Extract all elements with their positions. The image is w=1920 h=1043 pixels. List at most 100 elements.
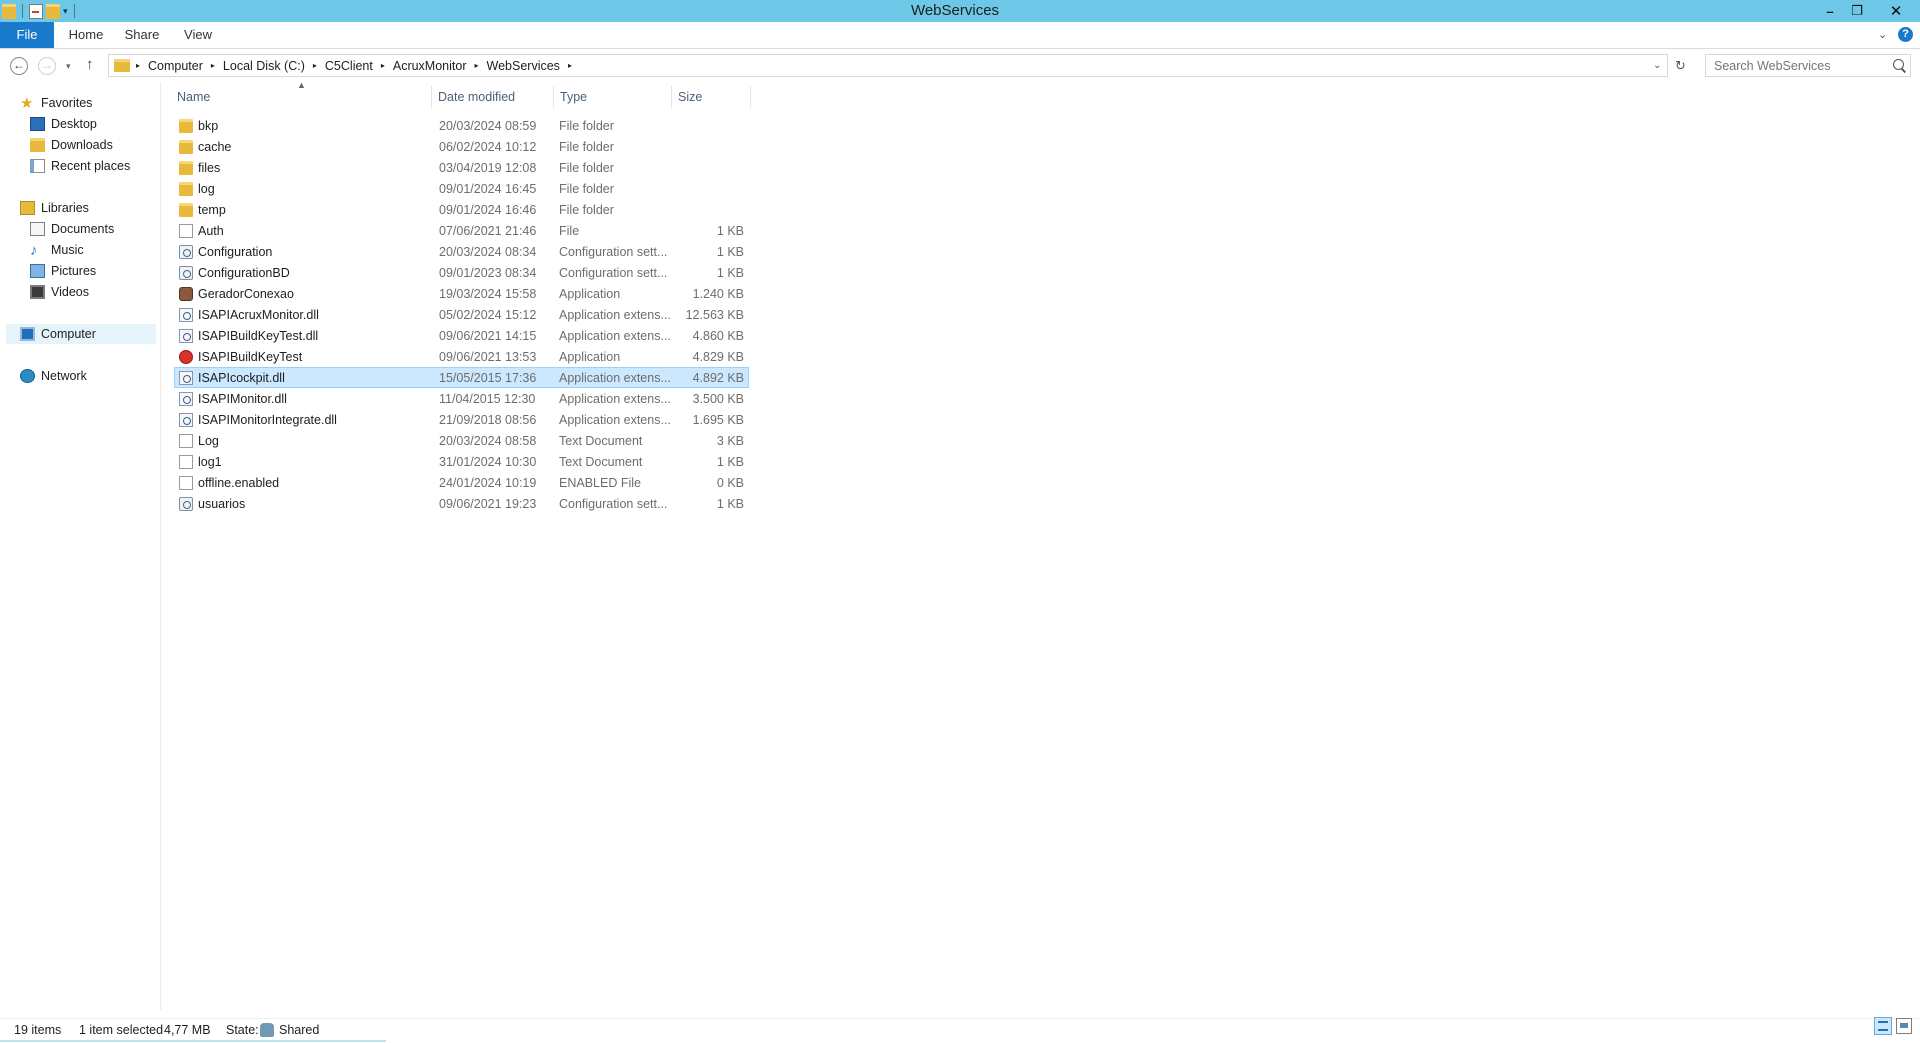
file-row[interactable]: log 09/01/2024 16:45 File folder [174,178,749,199]
minimize-button[interactable]: – [1817,0,1843,22]
maximize-button[interactable]: ❐ [1844,0,1870,22]
documents-icon [30,222,45,236]
file-row[interactable]: Auth 07/06/2021 21:46 File 1 KB [174,220,749,241]
file-row[interactable]: ISAPIAcruxMonitor.dll 05/02/2024 15:12 App… [174,304,749,325]
file-row[interactable]: files 03/04/2019 12:08 File folder [174,157,749,178]
file-row[interactable]: Configuration 20/03/2024 08:34 Configurati… [174,241,749,262]
file-row[interactable]: ISAPIMonitorIntegrate.dll 21/09/2018 08:5… [174,409,749,430]
shared-users-icon [260,1023,274,1037]
large-icons-view-icon[interactable] [1896,1018,1912,1034]
file-date-modified: 07/06/2021 21:46 [439,224,537,238]
nav-downloads[interactable]: Downloads [30,135,113,155]
nav-pictures-label: Pictures [51,264,97,278]
computer-icon [20,327,35,341]
file-row[interactable]: ISAPIMonitor.dll 11/04/2015 12:30 Applicat… [174,388,749,409]
search-input[interactable] [1712,57,1886,74]
file-row[interactable]: ISAPIBuildKeyTest 09/06/2021 13:53 Applica… [174,346,749,367]
file-date-modified: 11/04/2015 12:30 [439,392,536,406]
recent-locations-chevron-icon[interactable]: ▾ [66,57,71,75]
file-type: Text Document [559,434,643,448]
back-button[interactable]: ← [10,57,28,75]
folder-icon [179,203,193,217]
file-date-modified: 24/01/2024 10:19 [439,476,537,490]
tab-share[interactable]: Share [118,22,166,48]
search-icon[interactable] [1893,59,1904,70]
file-row[interactable]: cache 06/02/2024 10:12 File folder [174,136,749,157]
breadcrumb-webservices[interactable]: WebServices [487,59,560,73]
address-bar[interactable]: ▸ Computer ▸ Local Disk (C:) ▸ C5Client … [108,54,1686,77]
breadcrumb-c5client[interactable]: C5Client [325,59,373,73]
nav-libraries[interactable]: Libraries [20,198,89,218]
tab-home[interactable]: Home [62,22,110,48]
nav-pictures[interactable]: Pictures [30,261,96,281]
file-type: Application [559,350,621,364]
file-date-modified: 20/03/2024 08:34 [439,245,537,259]
breadcrumb-local-disk[interactable]: Local Disk (C:) [223,59,305,73]
file-name: ConfigurationBD [198,266,290,280]
nav-music[interactable]: ♪ Music [30,240,84,260]
file-row[interactable]: ISAPIcockpit.dll 15/05/2015 17:36 Applicat… [174,367,749,388]
file-row[interactable]: offline.enabled 24/01/2024 10:19 ENABLED F… [174,472,749,493]
file-row[interactable]: Log 20/03/2024 08:58 Text Document 3 KB [174,430,749,451]
breadcrumb-separator-icon[interactable]: ▸ [381,61,385,70]
file-type: File folder [559,161,614,175]
breadcrumb-separator-icon[interactable]: ▸ [475,61,479,70]
close-button[interactable]: ✕ [1881,0,1911,22]
file-row[interactable]: ISAPIBuildKeyTest.dll 09/06/2021 14:15 App… [174,325,749,346]
breadcrumb-separator-icon[interactable]: ▸ [211,61,215,70]
breadcrumb-computer[interactable]: Computer [148,59,203,73]
file-size: 4.860 KB [692,329,744,343]
status-state-value: Shared [279,1023,320,1037]
nav-videos[interactable]: Videos [30,282,89,302]
expand-ribbon-chevron-icon[interactable]: ⌄ [1878,22,1887,48]
file-name: usuarios [198,497,246,511]
column-header-size[interactable]: Size [672,86,751,108]
address-history-chevron-icon[interactable]: ⌄ [1653,55,1661,76]
file-row[interactable]: GeradorConexao 19/03/2024 15:58 Applicatio… [174,283,749,304]
nav-favorites[interactable]: ★ Favorites [20,93,92,113]
file-date-modified: 21/09/2018 08:56 [439,413,537,427]
file-type: Application extens... [559,392,671,406]
help-icon[interactable]: ? [1898,27,1913,42]
file-size: 1.695 KB [692,413,744,427]
search-box[interactable] [1705,54,1911,77]
tab-view[interactable]: View [176,22,220,48]
dll-file-icon [179,371,193,385]
nav-recent-places[interactable]: Recent places [30,156,130,176]
status-bar: 19 items 1 item selected 4,77 MB State: … [0,1018,1920,1041]
tab-file[interactable]: File [0,22,54,48]
column-header-name[interactable]: Name [171,86,432,108]
file-name: ISAPIBuildKeyTest.dll [198,329,319,343]
refresh-icon[interactable]: ↻ [1675,55,1686,76]
column-header-date-modified[interactable]: Date modified [432,86,554,108]
breadcrumb-separator-icon[interactable]: ▸ [136,61,140,70]
file-row[interactable]: usuarios 09/06/2021 19:23 Configuration se… [174,493,749,514]
file-size: 1 KB [716,245,744,259]
title-bar: ▾ WebServices – ❐ ✕ [0,0,1920,22]
details-view-icon[interactable] [1874,1017,1892,1035]
nav-documents-label: Documents [51,222,115,236]
up-button[interactable]: ↑ [86,56,94,74]
music-icon: ♪ [30,241,38,259]
nav-computer[interactable]: Computer [6,324,156,344]
nav-documents[interactable]: Documents [30,219,114,239]
file-row[interactable]: ConfigurationBD 09/01/2023 08:34 Configura… [174,262,749,283]
breadcrumb-separator-icon[interactable]: ▸ [313,61,317,70]
nav-desktop[interactable]: Desktop [30,114,97,134]
file-row[interactable]: bkp 20/03/2024 08:59 File folder [174,115,749,136]
breadcrumb-separator-icon[interactable]: ▸ [568,61,572,70]
breadcrumb-acruxmonitor[interactable]: AcruxMonitor [393,59,467,73]
file-type: ENABLED File [559,476,641,490]
file-name: cache [198,140,232,154]
forward-button[interactable]: → [38,57,56,75]
file-row[interactable]: log1 31/01/2024 10:30 Text Document 1 KB [174,451,749,472]
file-date-modified: 19/03/2024 15:58 [439,287,537,301]
column-header-type[interactable]: Type [554,86,672,108]
nav-desktop-label: Desktop [51,117,97,131]
file-size: 3 KB [716,434,744,448]
file-row[interactable]: temp 09/01/2024 16:46 File folder [174,199,749,220]
config-file-icon [179,245,193,259]
nav-network[interactable]: Network [20,366,87,386]
star-icon: ★ [20,94,34,112]
application-icon [179,287,193,301]
